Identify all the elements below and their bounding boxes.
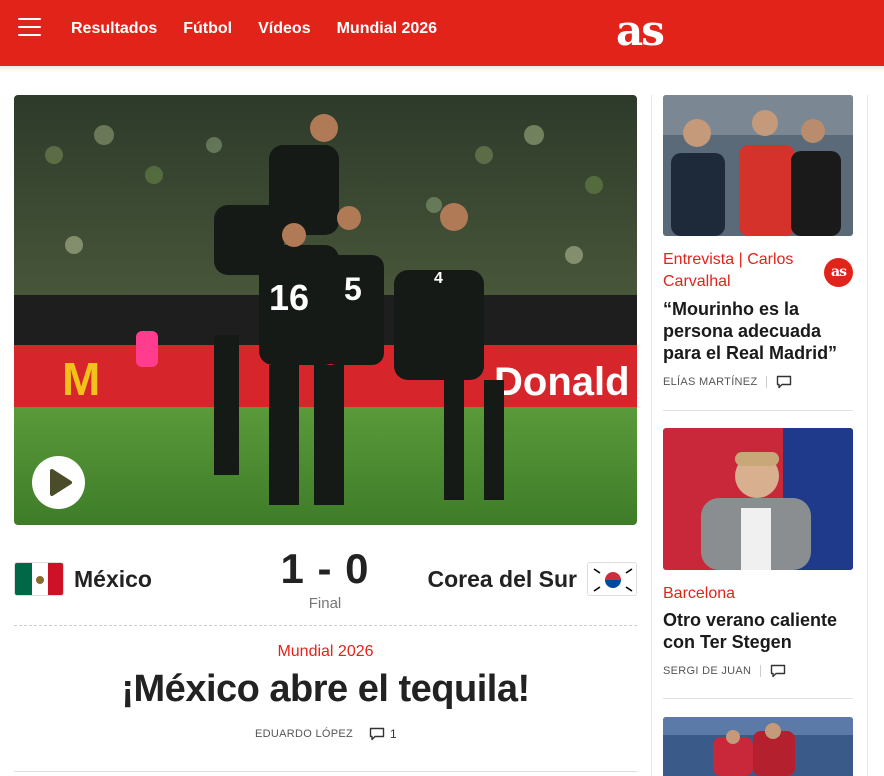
sidebar-author[interactable]: ELÍAS MARTÍNEZ	[663, 376, 757, 388]
celebration-photo: M Donald 16 5 4	[14, 95, 637, 525]
nav-link-resultados[interactable]: Resultados	[71, 19, 157, 39]
nav-link-futbol[interactable]: Fútbol	[183, 19, 232, 39]
play-icon	[50, 469, 72, 496]
svg-text:M: M	[62, 353, 100, 405]
home-team[interactable]: México	[14, 562, 152, 596]
article-author[interactable]: EDUARDO LÓPEZ	[255, 728, 353, 740]
comment-icon[interactable]	[770, 664, 786, 678]
match-score: 1 - 0	[280, 545, 370, 592]
comment-icon	[369, 727, 385, 741]
sidebar-border	[651, 95, 652, 776]
svg-text:Donald: Donald	[494, 360, 630, 404]
sidebar-author[interactable]: SERGI DE JUAN	[663, 665, 751, 677]
divider	[663, 698, 853, 699]
hamburger-menu-icon[interactable]	[18, 18, 41, 38]
sidebar-title[interactable]: “Mourinho es la persona adecuada para el…	[663, 298, 853, 364]
match-status: Final	[308, 595, 342, 612]
article-kicker[interactable]: Mundial 2026	[14, 643, 637, 661]
svg-text:16: 16	[269, 277, 309, 318]
sidebar-card-image[interactable]	[663, 95, 853, 236]
main-nav: Resultados Fútbol Vídeos Mundial 2026	[71, 19, 437, 39]
team-celebration-photo	[663, 717, 853, 776]
svg-text:4: 4	[434, 270, 443, 287]
away-team-name: Corea del Sur	[427, 565, 577, 592]
nav-link-mundial-2026[interactable]: Mundial 2026	[337, 19, 437, 39]
as-logo[interactable]: as	[616, 8, 665, 54]
away-team[interactable]: Corea del Sur	[427, 562, 637, 596]
svg-text:5: 5	[344, 271, 362, 307]
sidebar-kicker[interactable]: Entrevista | Carlos Carvalhal	[663, 249, 823, 293]
divider	[14, 625, 637, 626]
south-korea-flag-icon	[587, 562, 637, 596]
sidebar-border	[867, 95, 868, 776]
sidebar-meta: ELÍAS MARTÍNEZ	[663, 375, 792, 389]
article-headline[interactable]: ¡México abre el tequila!	[14, 668, 637, 711]
divider	[14, 771, 637, 772]
ter-stegen-photo	[663, 428, 853, 570]
sidebar-title[interactable]: Otro verano caliente con Ter Stegen	[663, 609, 853, 653]
sidebar-card-image[interactable]	[663, 428, 853, 570]
nav-link-videos[interactable]: Vídeos	[258, 19, 310, 39]
mexico-flag-icon	[14, 562, 64, 596]
sidebar-card-image[interactable]	[663, 717, 853, 776]
hero-image[interactable]: M Donald 16 5 4	[14, 95, 637, 525]
sidebar-kicker[interactable]: Barcelona	[663, 583, 735, 605]
comment-icon[interactable]	[776, 375, 792, 389]
play-video-button[interactable]	[32, 456, 85, 509]
home-team-name: México	[74, 565, 152, 592]
divider	[663, 410, 853, 411]
comment-count: 1	[390, 727, 397, 741]
sidebar-meta: SERGI DE JUAN	[663, 664, 786, 678]
top-bar: Resultados Fútbol Vídeos Mundial 2026 as	[0, 0, 884, 72]
as-badge-icon: as	[824, 258, 853, 287]
comments-link[interactable]: 1	[369, 727, 397, 741]
carvalhal-photo	[663, 95, 853, 236]
